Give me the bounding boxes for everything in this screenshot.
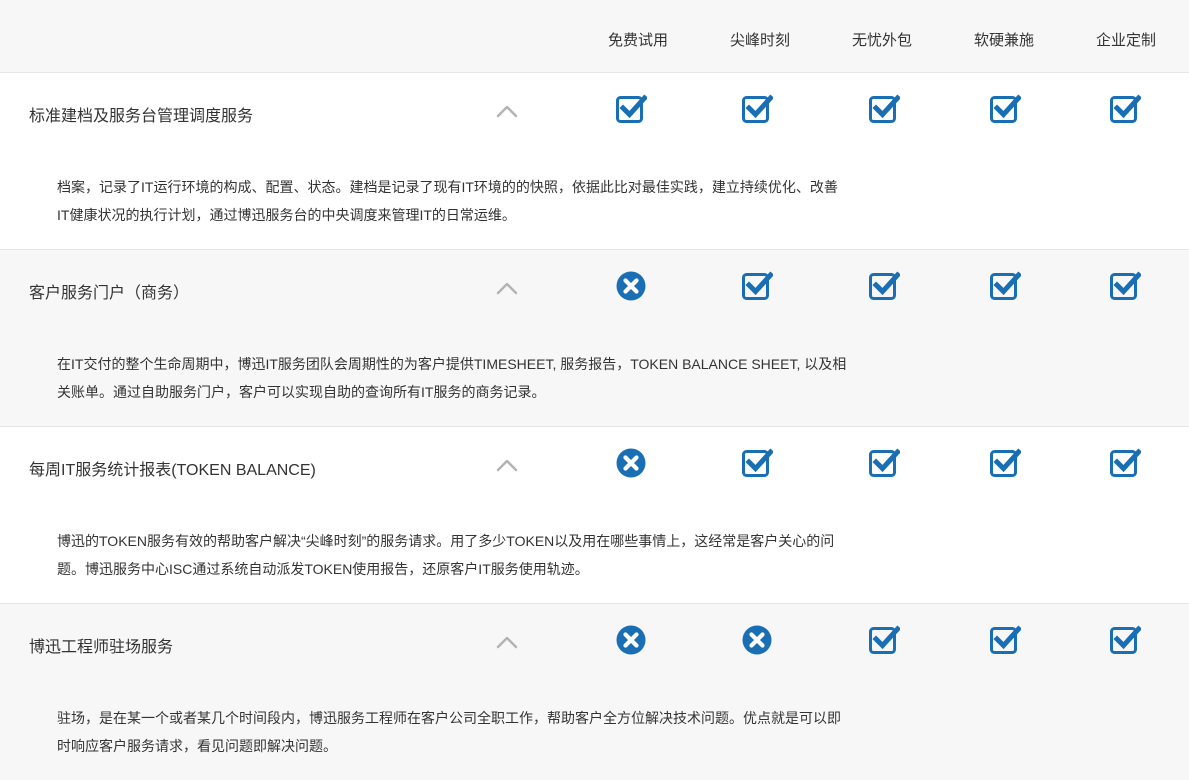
cross-circle-icon (741, 624, 773, 656)
table-header: 免费试用 尖峰时刻 无忧外包 软硬兼施 企业定制 (0, 0, 1189, 73)
checkbox-checked-icon (989, 270, 1023, 302)
checkbox-checked-icon (868, 447, 902, 479)
section-title[interactable]: 每周IT服务统计报表(TOKEN BALANCE) (29, 456, 316, 480)
section-title[interactable]: 标准建档及服务台管理调度服务 (29, 102, 253, 126)
column-worry-free-outsourcing[interactable]: 无忧外包 (822, 29, 942, 50)
cross-circle-icon (615, 624, 647, 656)
service-section: 每周IT服务统计报表(TOKEN BALANCE) 博迅的TOKEN服务有效的帮助… (0, 427, 1189, 604)
checkbox-checked-icon (868, 624, 902, 656)
cross-circle-icon (615, 270, 647, 302)
chevron-up-icon[interactable] (494, 278, 520, 298)
column-hardware-software[interactable]: 软硬兼施 (944, 29, 1064, 50)
section-title[interactable]: 博迅工程师驻场服务 (29, 633, 173, 657)
section-description: 博迅的TOKEN服务有效的帮助客户解决“尖峰时刻”的服务请求。用了多少TOKEN… (57, 533, 835, 577)
service-section: 博迅工程师驻场服务驻场，是在某一个或者某几个时间段内，博迅服务工程师在客户公司全… (0, 604, 1189, 780)
cross-circle-icon (615, 447, 647, 479)
checkbox-checked-icon (1109, 270, 1143, 302)
column-enterprise-custom[interactable]: 企业定制 (1066, 29, 1186, 50)
section-description: 驻场，是在某一个或者某几个时间段内，博迅服务工程师在客户公司全职工作，帮助客户全… (57, 710, 841, 754)
section-description: 档案，记录了IT运行环境的构成、配置、状态。建档是记录了现有IT环境的的快照，依… (57, 179, 838, 223)
checkbox-checked-icon (741, 93, 775, 125)
checkbox-checked-icon (989, 447, 1023, 479)
checkbox-checked-icon (741, 270, 775, 302)
column-free-trial[interactable]: 免费试用 (578, 29, 698, 50)
service-section: 标准建档及服务台管理调度服务档案，记录了IT运行环境的构成、配置、状态。建档是记… (0, 73, 1189, 250)
section-description: 在IT交付的整个生命周期中，博迅IT服务团队会周期性的为客户提供TIMESHEE… (57, 356, 847, 400)
chevron-up-icon[interactable] (494, 632, 520, 652)
checkbox-checked-icon (989, 624, 1023, 656)
section-title[interactable]: 客户服务门户（商务） (29, 279, 189, 303)
service-comparison-table: 免费试用 尖峰时刻 无忧外包 软硬兼施 企业定制 标准建档及服务台管理调度服务档… (0, 0, 1189, 780)
column-peak-time[interactable]: 尖峰时刻 (700, 29, 820, 50)
service-section: 客户服务门户（商务） 在IT交付的整个生命周期中，博迅IT服务团队会周期性的为客户… (0, 250, 1189, 427)
checkbox-checked-icon (868, 270, 902, 302)
checkbox-checked-icon (741, 447, 775, 479)
chevron-up-icon[interactable] (494, 455, 520, 475)
checkbox-checked-icon (989, 93, 1023, 125)
checkbox-checked-icon (868, 93, 902, 125)
checkbox-checked-icon (615, 93, 649, 125)
chevron-up-icon[interactable] (494, 101, 520, 121)
checkbox-checked-icon (1109, 447, 1143, 479)
checkbox-checked-icon (1109, 624, 1143, 656)
checkbox-checked-icon (1109, 93, 1143, 125)
